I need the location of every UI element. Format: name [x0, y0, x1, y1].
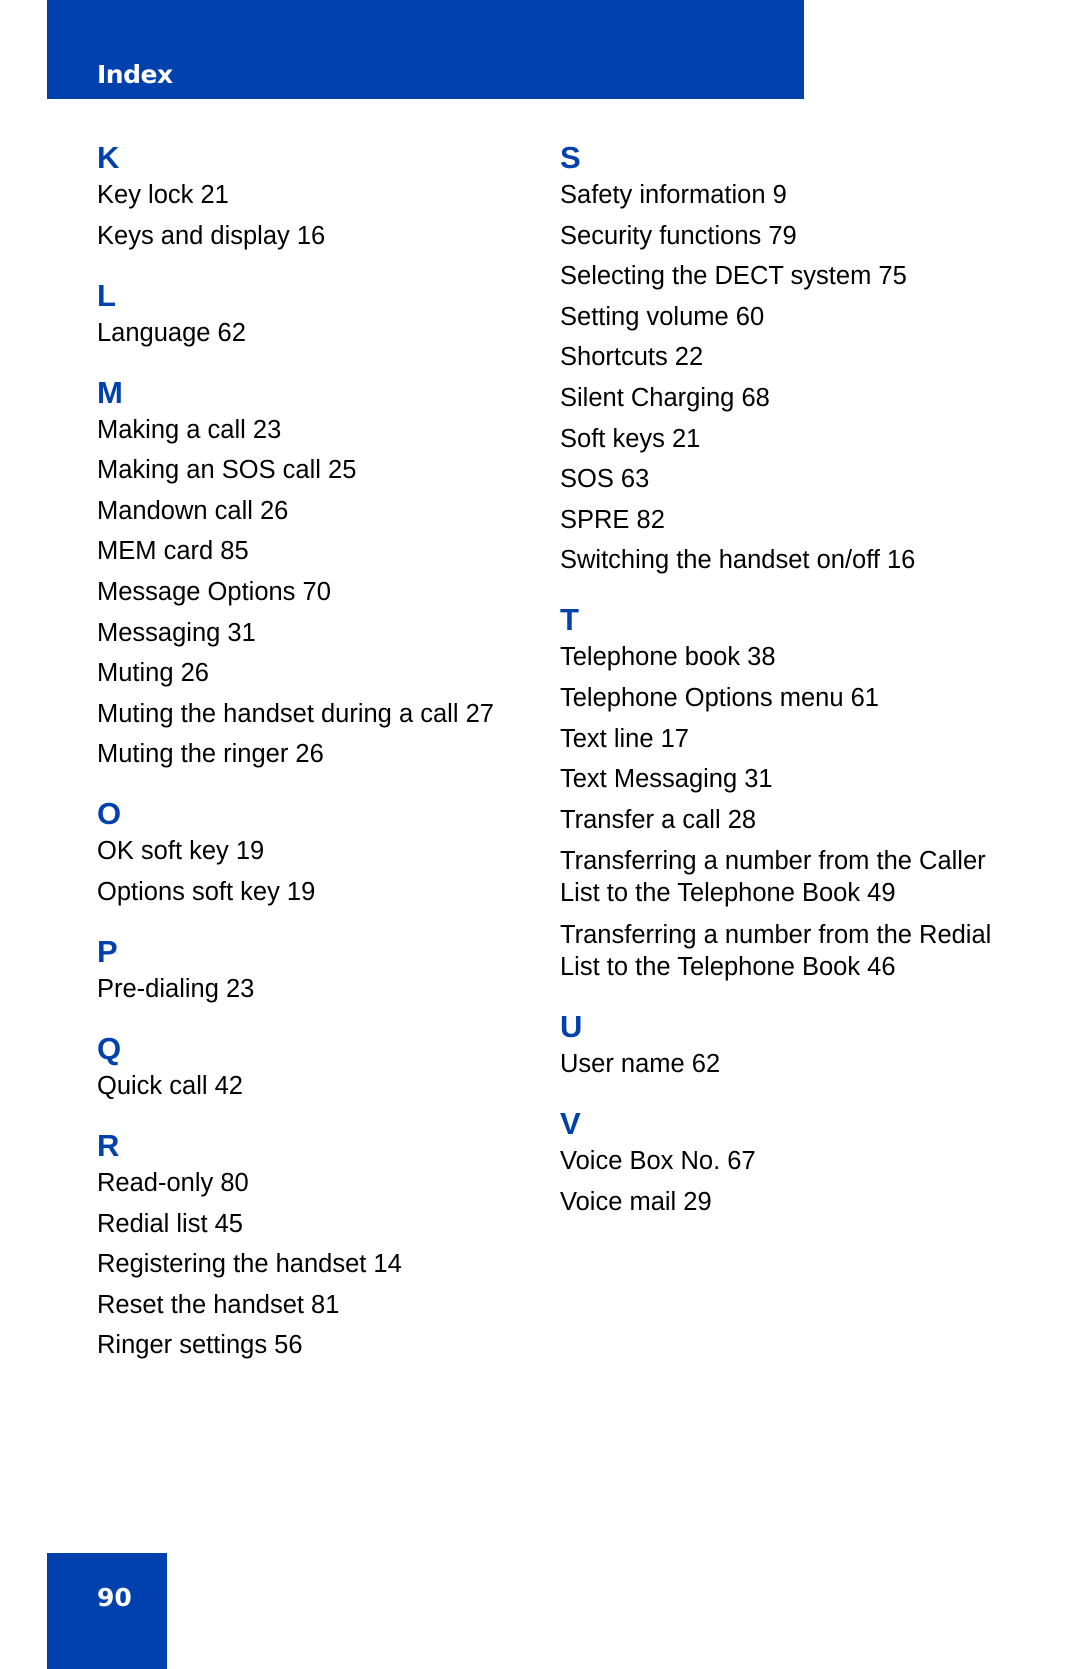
- index-column-right: S Safety information 9 Security functions …: [560, 138, 1000, 1242]
- index-entry: Pre-dialing 23: [97, 974, 255, 1003]
- index-section-m: M Making a call 23 Making an SOS call 25 Ma…: [97, 373, 537, 771]
- section-letter: K: [97, 140, 120, 175]
- index-entry: Redial list 45: [97, 1209, 243, 1238]
- section-letter: V: [560, 1105, 581, 1141]
- section-letter: P: [97, 933, 118, 969]
- index-entry: OK soft key 19: [97, 837, 265, 866]
- index-entry: Transferring a number from the Caller Li…: [560, 847, 986, 908]
- section-letter: L: [97, 277, 116, 313]
- page-number: 90: [97, 1583, 132, 1612]
- index-section-v: V Voice Box No. 67 Voice mail 29: [560, 1104, 1000, 1218]
- index-section-t: T Telephone book 38 Telephone Options menu…: [560, 600, 1000, 983]
- index-entry: MEM card 85: [97, 537, 249, 566]
- header-bar: Index: [47, 0, 804, 99]
- section-letter: O: [97, 796, 122, 832]
- index-section-k: K Key lock 21 Keys and display 16: [97, 138, 537, 252]
- section-letter: Q: [97, 1030, 122, 1066]
- index-entry: Setting volume 60: [560, 302, 765, 331]
- page-title: Index: [97, 60, 173, 89]
- index-entry: Voice mail 29: [560, 1187, 712, 1216]
- index-entry: Read-only 80: [97, 1168, 249, 1197]
- index-entry: Text line 17: [560, 724, 689, 753]
- index-entry: Making a call 23: [97, 415, 282, 444]
- index-entry: Transfer a call 28: [560, 805, 757, 834]
- index-entry: Selecting the DECT system 75: [560, 262, 907, 291]
- index-entry: Key lock 21: [97, 181, 229, 209]
- index-entry: Switching the handset on/off 16: [560, 546, 916, 575]
- index-section-u: U User name 62: [560, 1007, 1000, 1080]
- section-letter: R: [97, 1127, 120, 1163]
- index-column-left: K Key lock 21 Keys and display 16 L Language…: [97, 138, 537, 1385]
- index-section-o: O OK soft key 19 Options soft key 19: [97, 794, 537, 908]
- index-entry: Muting the handset during a call 27: [97, 699, 494, 728]
- page-number-badge: 90: [47, 1553, 167, 1669]
- index-entry: Keys and display 16: [97, 221, 326, 250]
- index-section-p: P Pre-dialing 23: [97, 932, 537, 1005]
- index-entry: Message Options 70: [97, 577, 331, 606]
- index-entry: Silent Charging 68: [560, 383, 770, 412]
- index-entry: Quick call 42: [97, 1071, 243, 1100]
- index-entry: Telephone Options menu 61: [560, 683, 879, 712]
- index-entry: Safety information 9: [560, 181, 787, 209]
- index-entry: SOS 63: [560, 465, 650, 494]
- section-letter: T: [560, 602, 579, 638]
- index-entry: Text Messaging 31: [560, 765, 773, 794]
- index-section-l: L Language 62: [97, 276, 537, 349]
- index-section-r: R Read-only 80 Redial list 45 Registering t…: [97, 1126, 537, 1361]
- index-entry: Reset the handset 81: [97, 1290, 340, 1319]
- index-section-q: Q Quick call 42: [97, 1029, 537, 1102]
- section-letter: S: [560, 140, 581, 175]
- index-entry: Messaging 31: [97, 618, 256, 647]
- index-entry: Making an SOS call 25: [97, 456, 357, 485]
- index-entry: SPRE 82: [560, 505, 665, 534]
- index-section-s: S Safety information 9 Security functions …: [560, 138, 1000, 576]
- index-entry: Options soft key 19: [97, 877, 316, 906]
- index-entry: Ringer settings 56: [97, 1331, 303, 1360]
- index-entry: Voice Box No. 67: [560, 1146, 756, 1175]
- index-entry: Language 62: [97, 318, 246, 347]
- index-entry: Security functions 79: [560, 221, 797, 250]
- index-entry: Shortcuts 22: [560, 343, 704, 372]
- index-entry: Muting the ringer 26: [97, 740, 324, 769]
- index-entry: Telephone book 38: [560, 643, 776, 672]
- section-letter: U: [560, 1008, 583, 1044]
- index-entry: User name 62: [560, 1049, 721, 1078]
- index-entry: Registering the handset 14: [97, 1250, 402, 1279]
- section-letter: M: [97, 374, 123, 410]
- index-entry: Muting 26: [97, 659, 209, 688]
- index-entry: Transferring a number from the Redial Li…: [560, 920, 992, 981]
- index-entry: Soft keys 21: [560, 424, 701, 453]
- index-entry: Mandown call 26: [97, 496, 289, 525]
